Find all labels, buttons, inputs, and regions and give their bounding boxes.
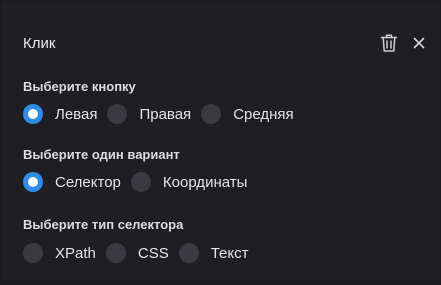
radio-selector[interactable] [23, 172, 43, 192]
click-settings-panel: Клик Выберите кнопку Левая Правая Средня… [1, 1, 440, 283]
radio-option-xpath[interactable]: XPath [23, 243, 96, 263]
radio-option-coordinates[interactable]: Координаты [130, 172, 248, 192]
trash-icon[interactable] [380, 33, 398, 53]
target-mode-radio-group: Селектор Координаты [23, 171, 257, 193]
radio-middle[interactable] [201, 104, 222, 124]
radio-right[interactable] [107, 104, 128, 124]
radio-right-label: Правая [139, 105, 192, 123]
radio-coordinates[interactable] [130, 172, 151, 192]
radio-option-right[interactable]: Правая [107, 104, 191, 124]
radio-css-label: CSS [137, 244, 169, 262]
mouse-button-section-label: Выберите кнопку [23, 79, 136, 94]
radio-text[interactable] [178, 243, 199, 263]
target-mode-section-label: Выберите один вариант [23, 147, 180, 162]
radio-option-left[interactable]: Левая [23, 104, 97, 124]
radio-middle-label: Средняя [233, 105, 294, 123]
selector-type-radio-group: XPath CSS Текст [23, 242, 258, 264]
panel-header: Клик [1, 1, 440, 85]
radio-option-selector[interactable]: Селектор [23, 172, 121, 192]
radio-option-css[interactable]: CSS [105, 243, 169, 263]
panel-title: Клик [23, 35, 56, 52]
close-icon[interactable] [412, 36, 426, 50]
selector-type-section-label: Выберите тип селектора [23, 217, 184, 232]
radio-css[interactable] [105, 243, 126, 263]
radio-option-middle[interactable]: Средняя [201, 104, 294, 124]
radio-selector-label: Селектор [55, 173, 121, 191]
radio-left[interactable] [23, 104, 43, 124]
radio-xpath[interactable] [23, 243, 43, 263]
radio-text-label: Текст [210, 244, 249, 262]
radio-left-label: Левая [55, 105, 98, 123]
radio-coordinates-label: Координаты [162, 173, 248, 191]
radio-xpath-label: XPath [55, 244, 96, 262]
mouse-button-radio-group: Левая Правая Средняя [23, 103, 304, 125]
radio-option-text[interactable]: Текст [178, 243, 249, 263]
